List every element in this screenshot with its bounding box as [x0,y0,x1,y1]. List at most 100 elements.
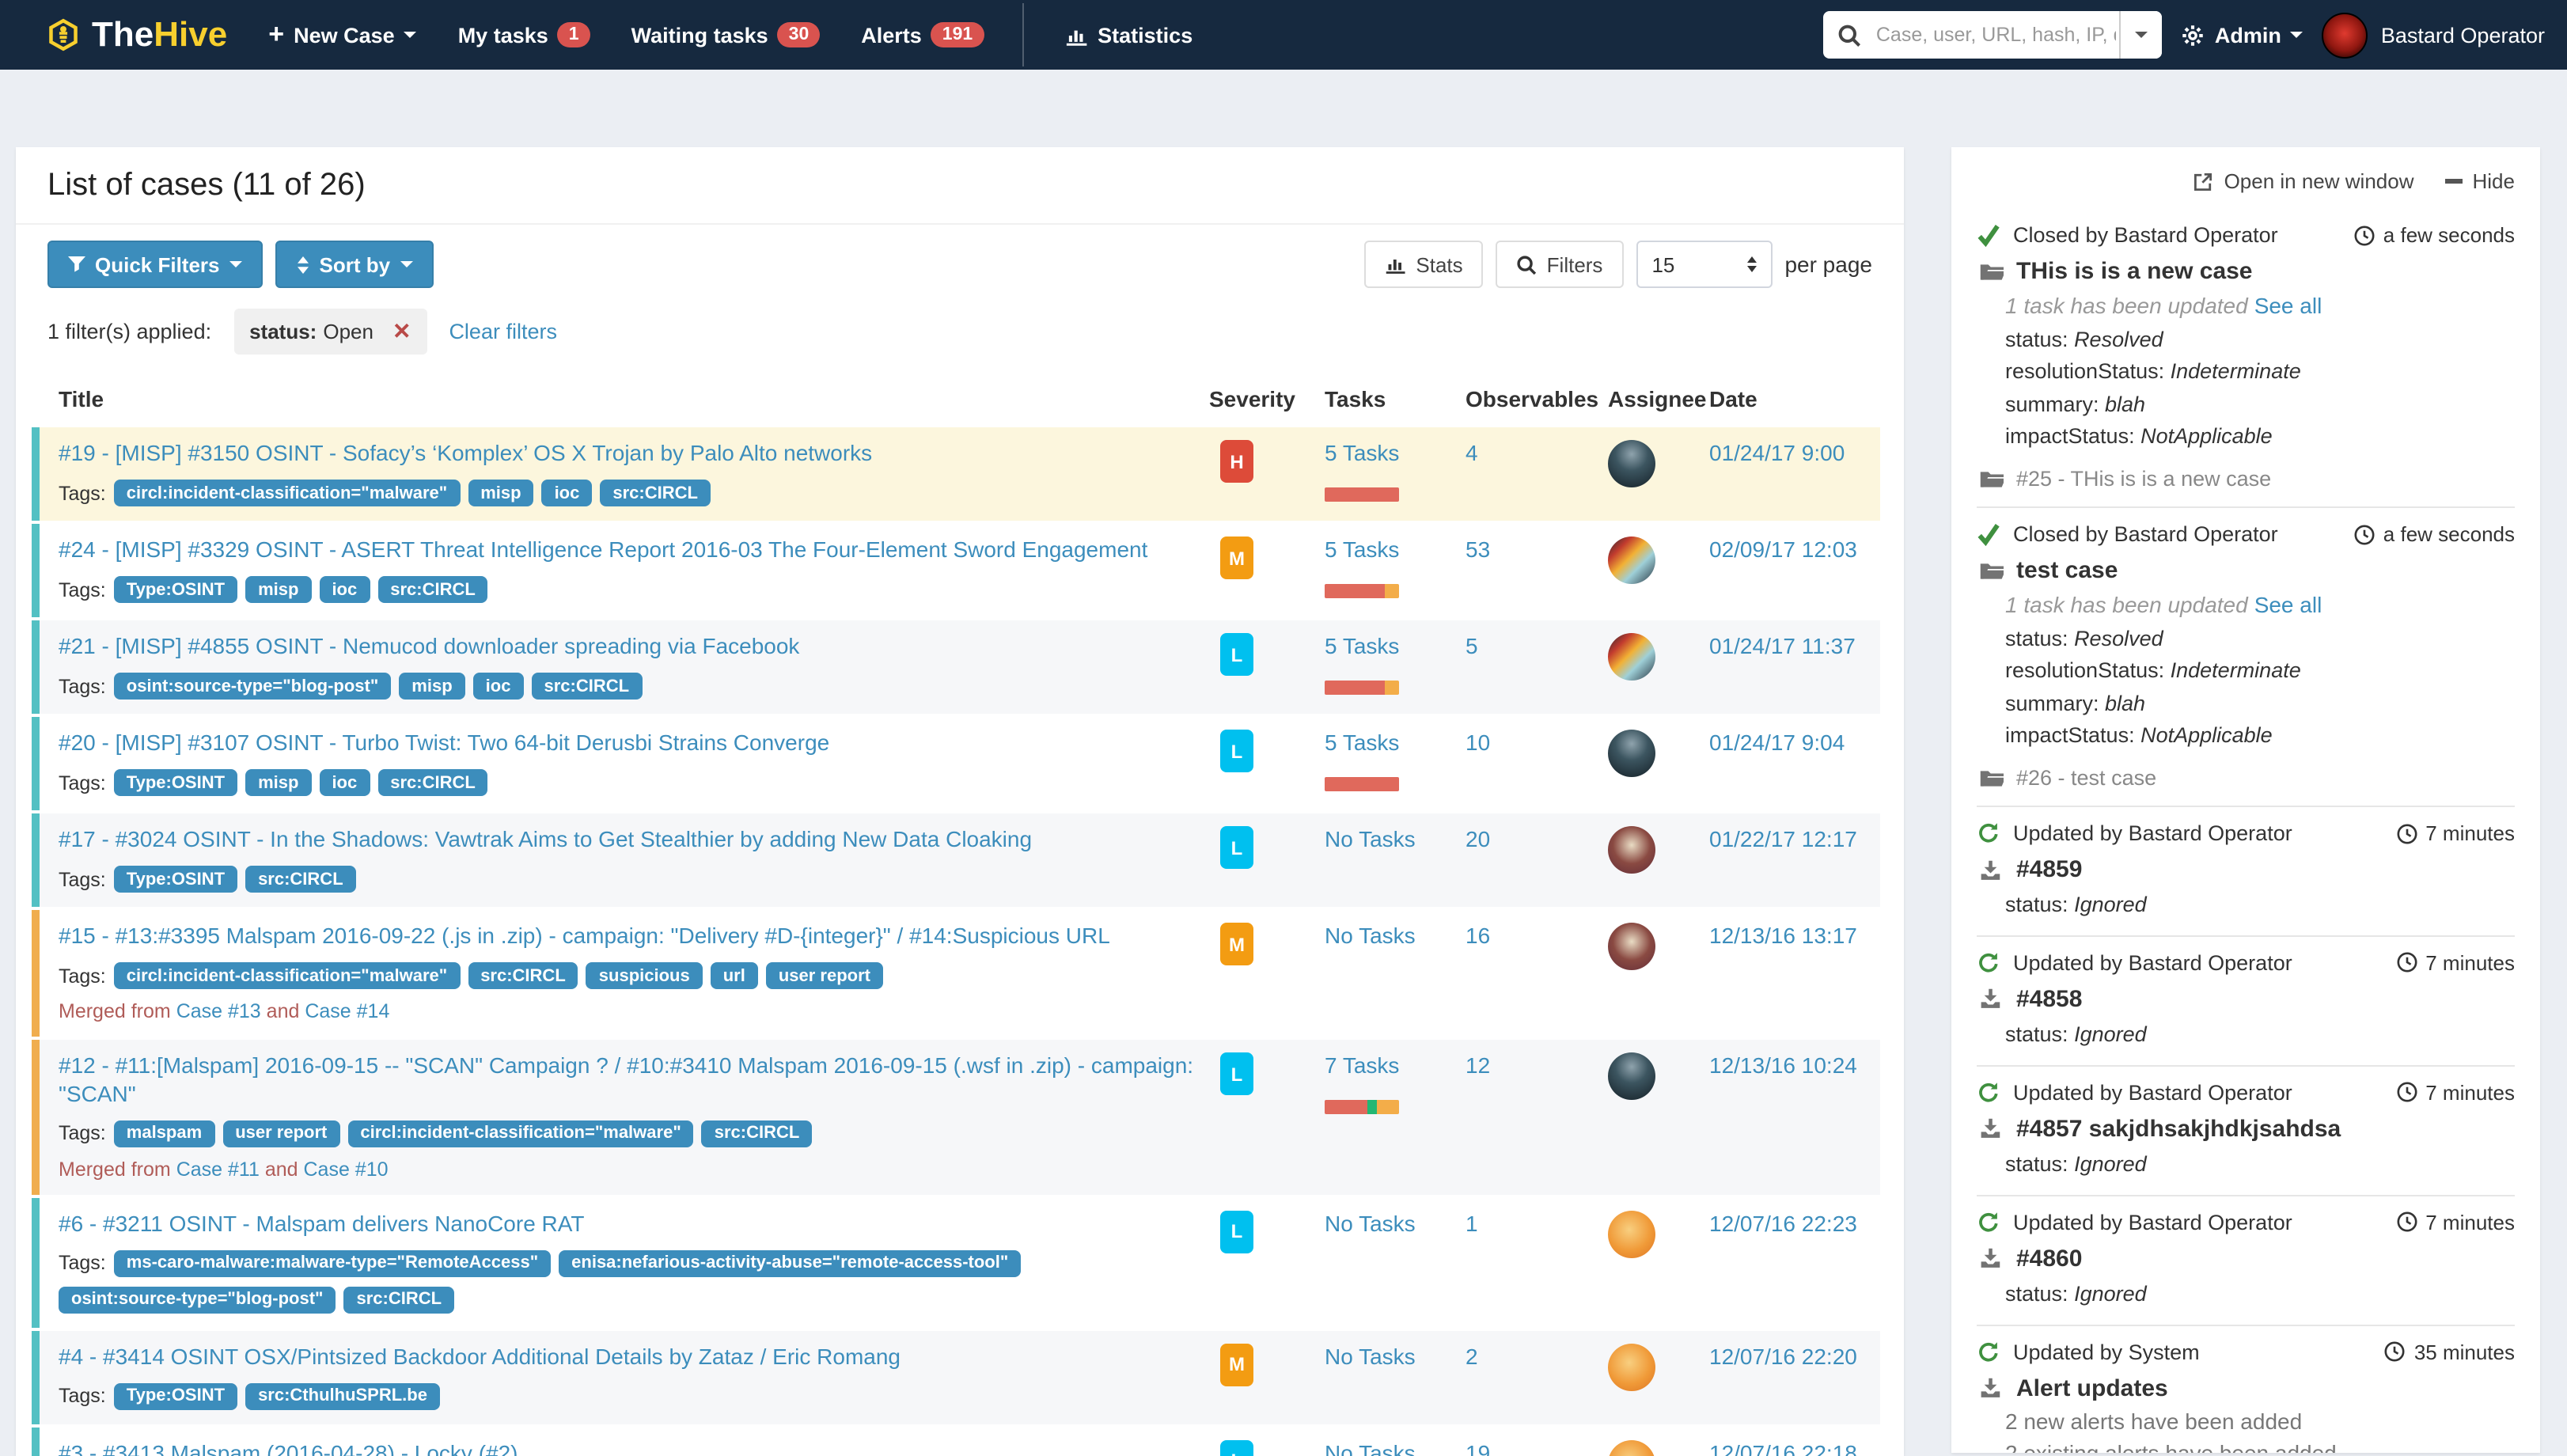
case-date[interactable]: 12/07/16 22:23 [1709,1210,1857,1235]
alerts-menu[interactable]: Alerts 191 [861,22,984,47]
case-title-link[interactable]: #15 - #13:#3395 Malspam 2016-09-22 (.js … [59,923,1110,950]
case-title-link[interactable]: #17 - #3024 OSINT - In the Shadows: Vawt… [59,826,1032,854]
sort-by-button[interactable]: Sort by [275,241,434,288]
case-date[interactable]: 01/24/17 11:37 [1709,633,1856,658]
case-title-link[interactable]: #12 - #11:[Malspam] 2016-09-15 -- "SCAN"… [59,1052,1196,1108]
feed-entry-title-text: Alert updates [2016,1374,2168,1401]
avatar[interactable] [1608,537,1655,584]
case-tags: Tags: Type:OSINT misp ioc src:CIRCL [59,576,1196,603]
remove-filter-icon[interactable]: ✕ [392,318,411,345]
feed-entry-title[interactable]: #4858 [1977,986,2515,1013]
observables-count[interactable]: 2 [1466,1343,1478,1368]
feed-entry-action: Updated by Bastard Operator [2013,1080,2292,1105]
feed-entry-title[interactable]: #4859 [1977,856,2515,883]
merged-case-link[interactable]: Case #10 [304,1158,389,1180]
tag-pill: osint:source-type="blog-post" [113,673,392,700]
case-title-cell: #17 - #3024 OSINT - In the Shadows: Vawt… [40,826,1209,893]
feed-entry-title[interactable]: Alert updates [1977,1374,2515,1401]
case-date[interactable]: 12/13/16 13:17 [1709,923,1857,948]
observables-count[interactable]: 12 [1466,1052,1490,1078]
case-date[interactable]: 12/13/16 10:24 [1709,1052,1857,1078]
tasks-link[interactable]: No Tasks [1325,826,1416,851]
header-tasks: Tasks [1325,386,1386,411]
case-date[interactable]: 12/07/16 22:20 [1709,1343,1857,1368]
tasks-link[interactable]: 5 Tasks [1325,633,1399,658]
avatar[interactable] [1608,826,1655,874]
case-title-link[interactable]: #21 - [MISP] #4855 OSINT - Nemucod downl… [59,633,799,661]
feed-entry-footer-text: #26 - test case [2016,766,2157,790]
search-input[interactable] [1872,11,2120,59]
tasks-link[interactable]: No Tasks [1325,1439,1416,1456]
feed-entry-title[interactable]: #4857 sakjdhsakjhdkjsahdsa [1977,1116,2515,1143]
merged-from-note: Merged from Case #13 and Case #14 [59,1000,1196,1022]
per-page-select[interactable]: 15 [1636,241,1773,288]
case-title-link[interactable]: #24 - [MISP] #3329 OSINT - ASERT Threat … [59,537,1147,564]
avatar[interactable] [1608,730,1655,777]
case-title-link[interactable]: #4 - #3414 OSINT OSX/Pintsized Backdoor … [59,1343,901,1371]
admin-menu[interactable]: Admin [2182,23,2303,47]
user-menu[interactable]: Bastard Operator [2322,12,2545,58]
severity-cell: M [1209,923,1325,1022]
see-all-link[interactable]: See all [2254,293,2322,318]
observables-count[interactable]: 20 [1466,826,1490,851]
clear-filters-link[interactable]: Clear filters [449,320,557,343]
case-date[interactable]: 01/24/17 9:00 [1709,440,1845,465]
observables-count[interactable]: 16 [1466,923,1490,948]
avatar[interactable] [1608,1439,1655,1456]
thehive-logo[interactable]: The Hive [44,14,227,55]
tasks-link[interactable]: No Tasks [1325,1210,1416,1235]
date-cell: 12/07/16 22:18 [1709,1439,1880,1456]
avatar[interactable] [1608,1052,1655,1100]
hide-feed-link[interactable]: Hide [2445,169,2515,193]
case-title-link[interactable]: #6 - #3211 OSINT - Malspam delivers Nano… [59,1210,585,1238]
observables-count[interactable]: 10 [1466,730,1490,755]
case-date[interactable]: 01/24/17 9:04 [1709,730,1845,755]
see-all-link[interactable]: See all [2254,592,2322,617]
observables-count[interactable]: 1 [1466,1210,1478,1235]
case-date[interactable]: 12/07/16 22:18 [1709,1439,1857,1456]
tasks-link[interactable]: 5 Tasks [1325,537,1399,562]
waiting-tasks-menu[interactable]: Waiting tasks 30 [631,22,821,47]
case-title-link[interactable]: #3 - #3413 Malspam (2016-04-28) - Locky … [59,1439,518,1456]
case-date[interactable]: 01/22/17 12:17 [1709,826,1857,851]
tasks-link[interactable]: 5 Tasks [1325,440,1399,465]
filters-button[interactable]: Filters [1496,241,1624,288]
table-row: #20 - [MISP] #3107 OSINT - Turbo Twist: … [32,717,1880,810]
search-icon [1824,11,1873,59]
feed-entry-title[interactable]: test case [1977,557,2515,584]
avatar[interactable] [1608,633,1655,681]
observables-cell: 53 [1466,537,1608,603]
case-title-link[interactable]: #19 - [MISP] #3150 OSINT - Sofacy’s ‘Kom… [59,440,872,468]
case-title-link[interactable]: #20 - [MISP] #3107 OSINT - Turbo Twist: … [59,730,829,757]
merged-case-link[interactable]: Case #11 [176,1158,260,1180]
tasks-link[interactable]: 7 Tasks [1325,1052,1399,1078]
new-case-menu[interactable]: + New Case [268,19,417,51]
tasks-link[interactable]: 5 Tasks [1325,730,1399,755]
observables-count[interactable]: 53 [1466,537,1490,562]
statistics-menu[interactable]: Statistics [1064,23,1192,47]
feed-entry-title[interactable]: #4860 [1977,1245,2515,1272]
search-scope-button[interactable] [2119,11,2163,59]
merged-case-link[interactable]: Case #14 [305,1000,389,1022]
feed-entry-title[interactable]: THis is is a new case [1977,258,2515,285]
tag-pill: circl:incident-classification="malware" [113,480,461,506]
open-new-window-link[interactable]: Open in new window [2193,169,2414,193]
my-tasks-menu[interactable]: My tasks 1 [458,22,590,47]
chevron-down-icon [229,261,242,267]
quick-filters-button[interactable]: Quick Filters [47,241,263,288]
tasks-link[interactable]: No Tasks [1325,1343,1416,1368]
observables-count[interactable]: 4 [1466,440,1478,465]
avatar[interactable] [1608,1343,1655,1390]
case-title-cell: #4 - #3414 OSINT OSX/Pintsized Backdoor … [40,1343,1209,1409]
avatar[interactable] [1608,923,1655,970]
feed-entry-title-text: #4858 [2016,985,2083,1013]
case-date[interactable]: 02/09/17 12:03 [1709,537,1857,562]
stats-button[interactable]: Stats [1363,241,1484,288]
tasks-link[interactable]: No Tasks [1325,923,1416,948]
merged-case-link[interactable]: Case #13 [176,1000,261,1022]
avatar[interactable] [1608,1210,1655,1257]
observables-count[interactable]: 19 [1466,1439,1490,1456]
observables-count[interactable]: 5 [1466,633,1478,658]
import-icon [1977,859,2004,881]
avatar[interactable] [1608,440,1655,487]
